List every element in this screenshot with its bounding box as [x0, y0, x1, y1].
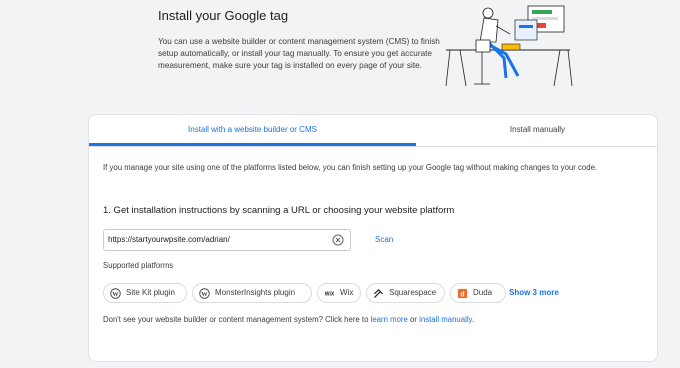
learn-more-link[interactable]: learn more — [371, 315, 408, 324]
step-1-title: 1. Get installation instructions by scan… — [103, 205, 455, 216]
help-text-prefix: Don't see your website builder or conten… — [103, 315, 369, 324]
svg-text:d: d — [460, 291, 464, 298]
page-title: Install your Google tag — [158, 8, 289, 23]
platform-chip-label: Duda — [473, 288, 493, 297]
platform-chip-monsterinsights[interactable]: W MonsterInsights plugin — [192, 283, 312, 303]
show-more-platforms-link[interactable]: Show 3 more — [509, 288, 559, 297]
supported-platforms-label: Supported platforms — [103, 261, 174, 270]
website-url-input[interactable]: https://startyourwpsite.com/adrian/ — [103, 229, 351, 251]
platform-chip-label: Site Kit plugin — [126, 288, 175, 297]
install-manually-link[interactable]: install manually — [419, 315, 472, 324]
platform-chip-label: Squarespace — [389, 288, 437, 297]
builder-intro-text: If you manage your site using one of the… — [103, 163, 598, 172]
workspace-illustration — [445, 5, 573, 87]
duda-icon: d — [457, 288, 468, 298]
tab-install-manually[interactable]: Install manually — [416, 115, 657, 146]
platform-chip-site-kit[interactable]: W Site Kit plugin — [103, 283, 187, 303]
squarespace-icon — [374, 288, 383, 298]
platform-chip-label: Wix — [340, 288, 354, 297]
website-url-value: https://startyourwpsite.com/adrian/ — [108, 235, 230, 244]
platform-chip-label: MonsterInsights plugin — [215, 288, 296, 297]
page-description: You can use a website builder or content… — [158, 37, 440, 70]
svg-text:W: W — [112, 291, 119, 298]
wix-icon: WiX — [325, 292, 335, 298]
platform-chip-wix[interactable]: WiX Wix — [317, 283, 361, 303]
tab-bar: Install with a website builder or CMS In… — [89, 115, 657, 147]
platform-chip-duda[interactable]: d Duda — [450, 283, 506, 303]
svg-text:W: W — [201, 291, 208, 298]
platform-chip-squarespace[interactable]: Squarespace — [366, 283, 445, 303]
help-text: Don't see your website builder or conten… — [103, 315, 474, 324]
help-text-or: or — [410, 315, 417, 324]
wordpress-icon: W — [199, 288, 210, 299]
svg-text:WiX: WiX — [325, 292, 335, 298]
install-card: Install with a website builder or CMS In… — [88, 114, 658, 362]
tab-website-builder[interactable]: Install with a website builder or CMS — [89, 115, 416, 146]
help-text-suffix: . — [471, 315, 475, 324]
clear-icon[interactable] — [332, 234, 344, 246]
scan-button[interactable]: Scan — [375, 235, 393, 244]
wordpress-icon: W — [110, 288, 121, 299]
tab-selected-indicator — [89, 143, 416, 146]
